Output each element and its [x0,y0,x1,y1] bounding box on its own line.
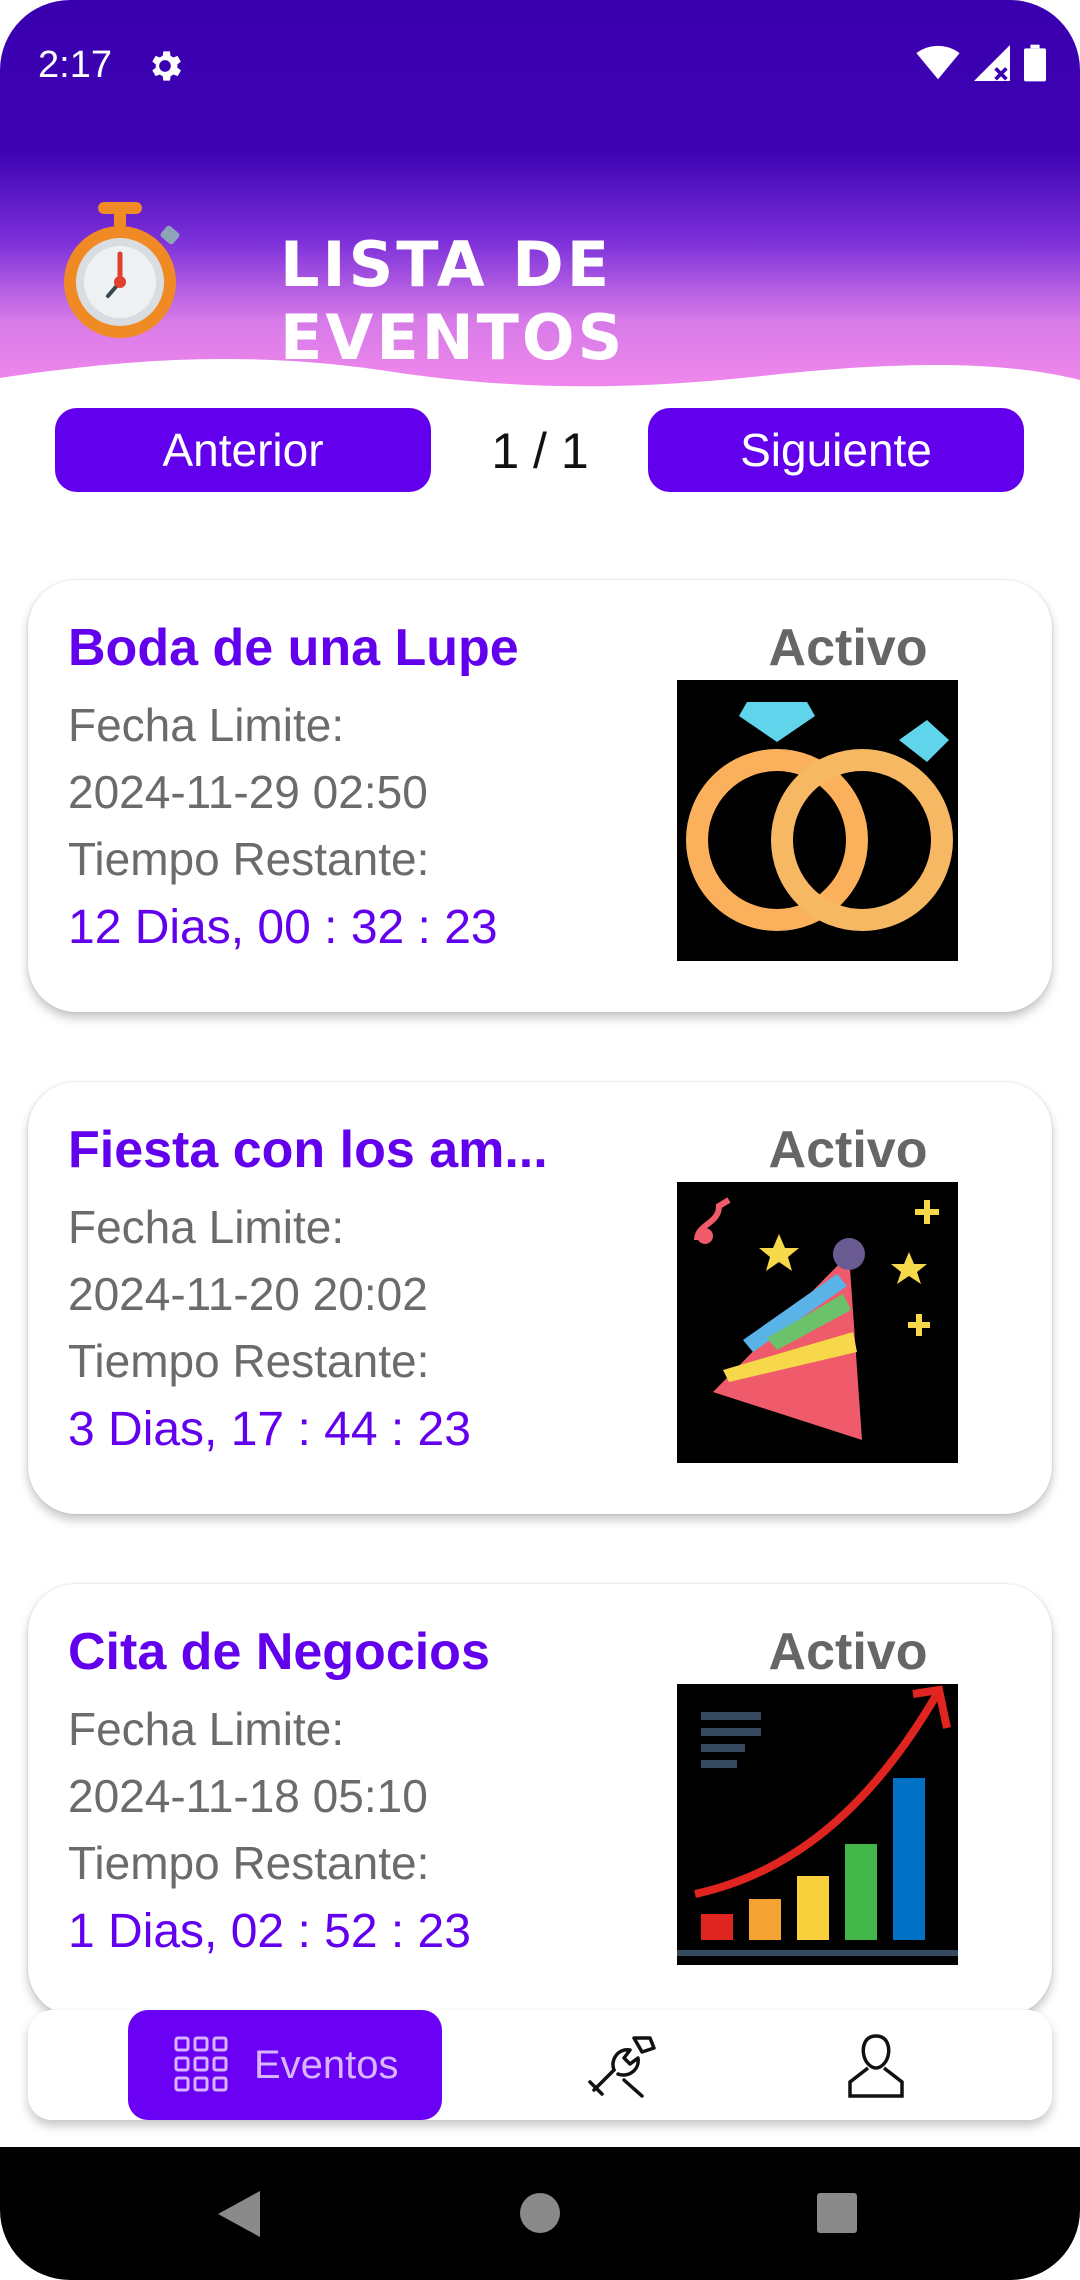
remaining-label: Tiempo Restante: [68,1837,430,1889]
pager: Anterior 1 / 1 Siguiente [0,408,1080,494]
previous-button[interactable]: Anterior [55,408,431,492]
settings-gear-icon [152,51,181,81]
deadline-value: 2024-11-20 20:02 [68,1268,428,1320]
home-icon[interactable] [519,2192,561,2234]
remaining-value: 1 Dias, 02 : 52 : 23 [68,1905,471,1958]
status-bar: 2:17 [0,0,1080,135]
page-title: Lista de Eventos [280,228,626,374]
profile-icon[interactable] [844,2030,908,2100]
status-label: Activo [768,1623,928,1681]
wedding-rings-icon [677,680,958,961]
remaining-label: Tiempo Restante: [68,1335,430,1387]
page-counter: 1 / 1 [491,423,589,479]
deadline-value: 2024-11-29 02:50 [68,766,428,818]
remaining-value: 12 Dias, 00 : 32 : 23 [68,901,498,954]
party-hat-icon [677,1182,958,1463]
growth-chart-icon [677,1684,958,1965]
stopwatch-icon [64,202,180,338]
recents-icon[interactable] [817,2193,857,2233]
status-label: Activo [768,619,928,677]
status-time: 2:17 [38,44,112,86]
wifi-icon [916,45,960,80]
remaining-value: 3 Dias, 17 : 44 : 23 [68,1403,471,1456]
event-card[interactable]: Fiesta con los am... Fecha Limite: 2024-… [28,1082,1052,1514]
deadline-value: 2024-11-18 05:10 [68,1770,428,1822]
signal-icon [974,45,1010,81]
next-button[interactable]: Siguiente [648,408,1024,492]
event-card[interactable]: Cita de Negocios Fecha Limite: 2024-11-1… [28,1584,1052,2016]
battery-icon [1024,44,1046,82]
event-title: Fiesta con los am... [68,1121,548,1179]
grid-icon [174,2036,228,2092]
status-icons [916,44,1046,82]
remaining-label: Tiempo Restante: [68,833,430,885]
status-label: Activo [768,1121,928,1179]
event-card[interactable]: Boda de una Lupe Fecha Limite: 2024-11-2… [28,580,1052,1012]
deadline-label: Fecha Limite: [68,1201,345,1253]
nav-events-tab[interactable]: Eventos [128,2010,442,2120]
system-navigation-bar [0,2147,1080,2280]
event-title: Boda de una Lupe [68,619,519,677]
back-icon[interactable] [218,2191,260,2237]
deadline-label: Fecha Limite: [68,1703,345,1755]
nav-events-label: Eventos [254,2042,399,2087]
tools-icon[interactable] [584,2030,658,2100]
deadline-label: Fecha Limite: [68,699,345,751]
event-title: Cita de Negocios [68,1623,490,1681]
bottom-navigation: Eventos [28,2010,1052,2120]
